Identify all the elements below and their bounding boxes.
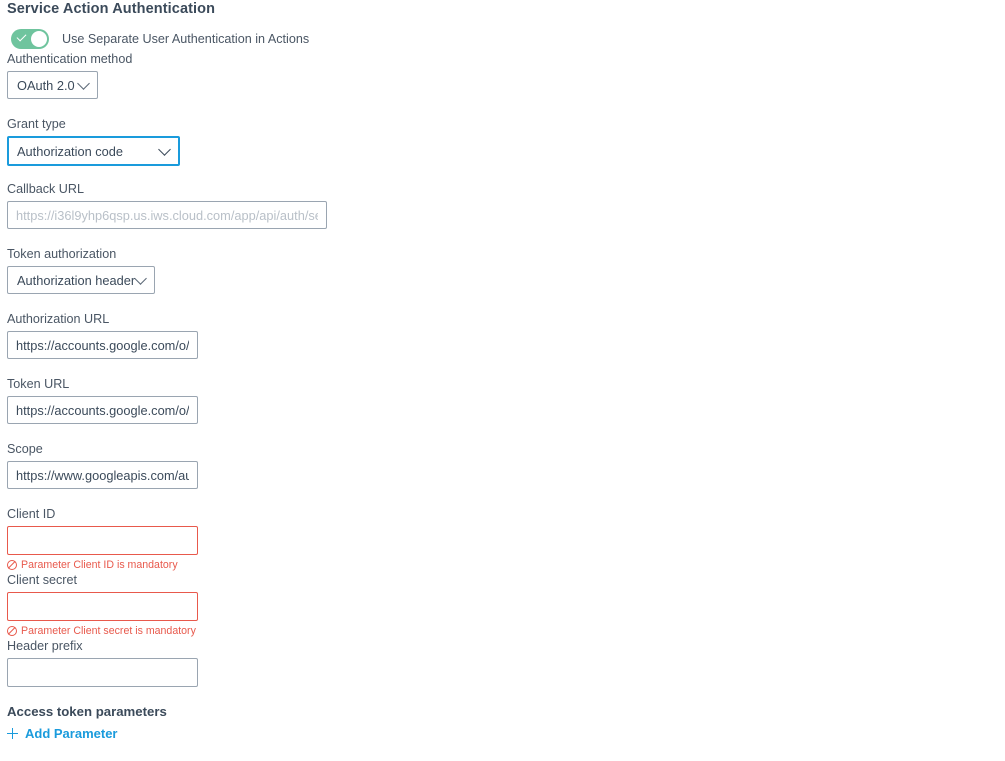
token-authorization-value: Authorization header [17, 272, 136, 288]
separate-user-auth-toggle-row: Use Separate User Authentication in Acti… [11, 29, 309, 49]
add-parameter-label: Add Parameter [25, 726, 118, 741]
authentication-method-label: Authentication method [7, 52, 133, 66]
client-secret-field: Client secret Parameter Client secret is… [7, 572, 198, 637]
chevron-down-icon [134, 272, 147, 285]
check-icon [16, 31, 27, 42]
client-id-field: Client ID Parameter Client ID is mandato… [7, 506, 198, 571]
error-prohibited-icon [7, 560, 17, 570]
client-secret-input[interactable] [7, 592, 198, 621]
header-prefix-field: Header prefix [7, 638, 198, 687]
add-parameter-button[interactable]: Add Parameter [7, 726, 117, 741]
separate-user-auth-toggle[interactable] [11, 29, 49, 49]
authentication-method-select[interactable]: OAuth 2.0 [7, 71, 98, 99]
client-id-label: Client ID [7, 507, 56, 521]
callback-url-label: Callback URL [7, 182, 84, 196]
authorization-url-input[interactable] [7, 331, 198, 359]
token-url-field: Token URL [7, 376, 198, 424]
token-authorization-field: Token authorization Authorization header [7, 246, 155, 294]
authorization-url-field: Authorization URL [7, 311, 198, 359]
chevron-down-icon [158, 143, 171, 156]
client-secret-error: Parameter Client secret is mandatory [7, 625, 198, 637]
header-prefix-label: Header prefix [7, 639, 83, 653]
grant-type-label: Grant type [7, 117, 66, 131]
chevron-down-icon [77, 77, 90, 90]
token-url-label: Token URL [7, 377, 70, 391]
scope-input[interactable] [7, 461, 198, 489]
scope-label: Scope [7, 442, 43, 456]
client-id-error: Parameter Client ID is mandatory [7, 559, 198, 571]
token-url-input[interactable] [7, 396, 198, 424]
header-prefix-input[interactable] [7, 658, 198, 687]
error-prohibited-icon [7, 626, 17, 636]
token-authorization-select[interactable]: Authorization header [7, 266, 155, 294]
grant-type-value: Authorization code [17, 143, 123, 159]
service-action-authentication-panel: Service Action Authentication Use Separa… [0, 0, 1005, 761]
plus-icon [7, 728, 18, 739]
scope-field: Scope [7, 441, 198, 489]
client-secret-error-text: Parameter Client secret is mandatory [21, 625, 196, 637]
client-id-error-text: Parameter Client ID is mandatory [21, 559, 178, 571]
client-secret-label: Client secret [7, 573, 77, 587]
client-id-input[interactable] [7, 526, 198, 555]
grant-type-select[interactable]: Authorization code [7, 136, 180, 166]
authorization-url-label: Authorization URL [7, 312, 110, 326]
callback-url-field: Callback URL [7, 181, 327, 229]
authentication-method-value: OAuth 2.0 [17, 77, 75, 93]
authentication-method-field: Authentication method OAuth 2.0 [7, 51, 132, 99]
page-title: Service Action Authentication [7, 1, 216, 17]
callback-url-input[interactable] [7, 201, 327, 229]
token-authorization-label: Token authorization [7, 247, 117, 261]
toggle-knob [31, 31, 47, 47]
separate-user-auth-toggle-label: Use Separate User Authentication in Acti… [62, 32, 310, 46]
grant-type-field: Grant type Authorization code [7, 116, 180, 166]
access-token-parameters-heading: Access token parameters [7, 704, 167, 719]
